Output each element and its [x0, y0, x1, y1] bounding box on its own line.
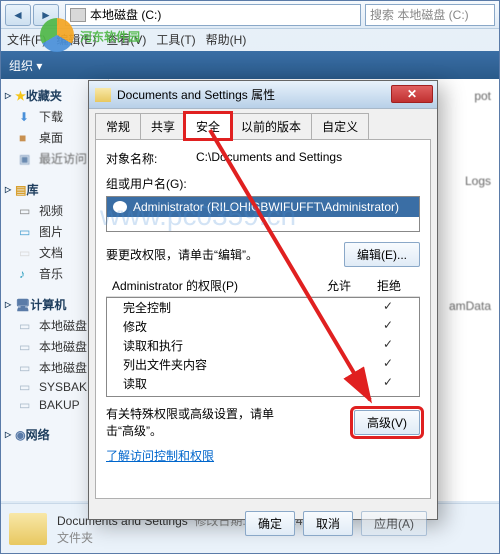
watermark: 河东软件园: [40, 18, 140, 52]
advanced-hint: 有关特殊权限或高级设置，请单击“高级”。: [106, 405, 286, 439]
dialog-footer: 确定 取消 应用(A): [89, 505, 437, 542]
watermark-logo-icon: [40, 18, 74, 52]
edit-hint: 要更改权限，请单击“编辑”。: [106, 246, 258, 263]
tab-security[interactable]: 安全: [185, 113, 231, 139]
perm-row: 列出文件夹内容✓: [107, 355, 419, 374]
search-placeholder: 搜索 本地磁盘 (C:): [370, 6, 469, 23]
organize-button[interactable]: 组织 ▾: [9, 57, 42, 74]
folder-icon: [95, 88, 111, 102]
tab-general[interactable]: 常规: [95, 113, 141, 139]
check-icon: ✓: [363, 299, 413, 316]
tab-sharing[interactable]: 共享: [140, 113, 186, 139]
perm-row: 写入✓: [107, 393, 419, 397]
permissions-list[interactable]: 完全控制✓ 修改✓ 读取和执行✓ 列出文件夹内容✓ 读取✓ 写入✓: [106, 297, 420, 397]
advanced-button[interactable]: 高级(V): [354, 410, 420, 435]
watermark-url: www.pc0359.cn: [100, 200, 296, 232]
edit-button[interactable]: 编辑(E)...: [344, 242, 420, 267]
folder-icon: [9, 513, 47, 545]
list-item[interactable]: Logs: [465, 174, 491, 188]
close-button[interactable]: ✕: [391, 85, 433, 103]
apply-button[interactable]: 应用(A): [361, 511, 427, 536]
tab-custom[interactable]: 自定义: [311, 113, 369, 139]
permissions-header: Administrator 的权限(P) 允许 拒绝: [106, 275, 420, 297]
toolbar: 组织 ▾: [1, 51, 499, 79]
check-icon: ✓: [363, 375, 413, 392]
group-label: 组或用户名(G):: [106, 175, 420, 192]
perm-allow-label: 允许: [314, 277, 364, 294]
search-input[interactable]: 搜索 本地磁盘 (C:): [365, 4, 495, 26]
properties-dialog: Documents and Settings 属性 ✕ 常规 共享 安全 以前的…: [88, 80, 438, 520]
perm-row: 完全控制✓: [107, 298, 419, 317]
check-icon: ✓: [363, 394, 413, 397]
check-icon: ✓: [363, 356, 413, 373]
menu-tools[interactable]: 工具(T): [156, 31, 195, 49]
check-icon: ✓: [363, 318, 413, 335]
perm-row: 读取✓: [107, 374, 419, 393]
object-label: 对象名称:: [106, 150, 196, 167]
perm-header-label: Administrator 的权限(P): [112, 277, 314, 294]
object-value: C:\Documents and Settings: [196, 150, 342, 164]
dialog-titlebar[interactable]: Documents and Settings 属性 ✕: [89, 81, 437, 109]
dialog-title: Documents and Settings 属性: [117, 86, 275, 103]
menu-help[interactable]: 帮助(H): [206, 31, 247, 49]
ok-button[interactable]: 确定: [245, 511, 295, 536]
list-item[interactable]: amData: [449, 299, 491, 313]
back-button[interactable]: ◄: [5, 4, 31, 26]
check-icon: ✓: [363, 337, 413, 354]
perm-row: 读取和执行✓: [107, 336, 419, 355]
perm-row: 修改✓: [107, 317, 419, 336]
learn-link[interactable]: 了解访问控制和权限: [106, 449, 214, 463]
perm-deny-label: 拒绝: [364, 277, 414, 294]
cancel-button[interactable]: 取消: [303, 511, 353, 536]
dialog-body: 对象名称: C:\Documents and Settings 组或用户名(G)…: [95, 139, 431, 499]
tab-previous[interactable]: 以前的版本: [230, 113, 312, 139]
list-item[interactable]: pot: [474, 89, 491, 103]
tab-strip: 常规 共享 安全 以前的版本 自定义: [89, 109, 437, 139]
